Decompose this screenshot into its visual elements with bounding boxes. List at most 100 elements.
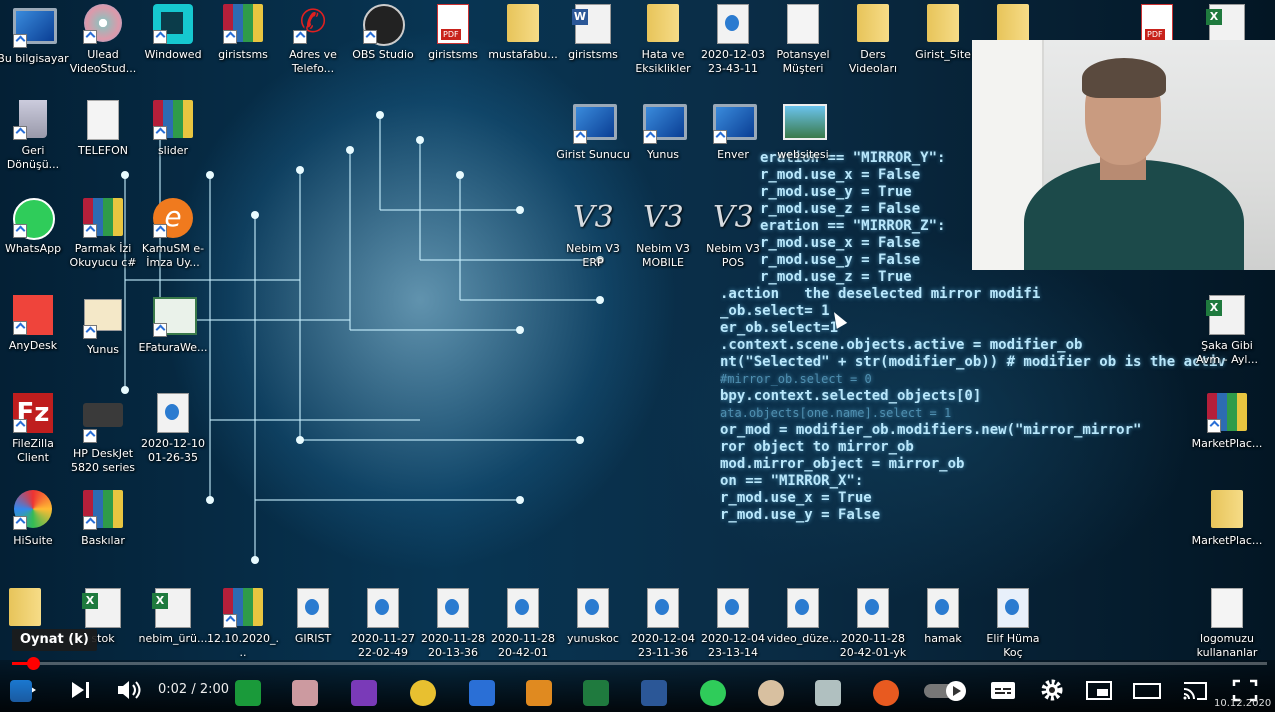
desktop-icon[interactable]: Geri Dönüşü... (0, 100, 70, 172)
desktop-icon[interactable]: PDF giristsms (416, 4, 490, 62)
desktop-icon[interactable]: 2020-12-04 23-11-36 (626, 588, 700, 660)
theater-mode-button[interactable] (1132, 676, 1162, 704)
desktop-icon[interactable]: OBS Studio (346, 4, 420, 62)
volume-button[interactable] (114, 676, 144, 704)
desktop-icon-label: AnyDesk (8, 339, 58, 352)
desktop-icon[interactable]: GIRIST (276, 588, 350, 646)
desktop-icon[interactable]: 2020-11-27 22-02-49 (346, 588, 420, 660)
excel-icon (1206, 4, 1247, 44)
circuit-node (376, 111, 384, 119)
desktop-icon[interactable]: AnyDesk (0, 295, 70, 353)
desktop-icon[interactable]: EFaturaWe... (136, 295, 210, 355)
cast-button[interactable] (1180, 676, 1210, 704)
volume-icon (118, 681, 141, 699)
desktop-icon[interactable]: 2020-12-04 23-13-14 (696, 588, 770, 660)
desktop-icon[interactable]: nebim_ürü... (136, 588, 210, 646)
desktop-icon[interactable]: Girist_Site (906, 4, 980, 62)
desktop-icon[interactable]: MarketPlac... (1190, 393, 1264, 451)
shortcut-arrow-icon (13, 419, 27, 433)
desktop-icon[interactable]: 2020-11-28 20-13-36 (416, 588, 490, 660)
desktop-icon[interactable]: Bu bilgisayar (0, 4, 70, 66)
desktop-icon[interactable]: yunuskoc (556, 588, 630, 646)
pdf-icon: PDF (1137, 4, 1177, 44)
desktop-icon[interactable]: 2020-11-28 20-42-01-yk (836, 588, 910, 660)
desktop-icon[interactable]: Hata ve Eksiklikler (626, 4, 700, 76)
desktop-icon[interactable]: Yunus (626, 100, 700, 162)
desktop-icon[interactable]: video_düze... (766, 588, 840, 646)
circuit-node (251, 211, 259, 219)
obs-icon (363, 4, 405, 46)
desktop-icon[interactable]: Potansyel Müşteri (766, 4, 840, 76)
desktop-icon[interactable]: HiSuite (0, 490, 70, 548)
circuit-node (251, 556, 259, 564)
circuit-node (206, 496, 214, 504)
phone-icon: ✆ (293, 4, 333, 44)
desktop-icon-label: Hata ve Eksiklikler (635, 48, 691, 75)
taskbar-settings-app-icon[interactable] (292, 680, 318, 706)
desktop-icon[interactable]: Baskılar (66, 490, 140, 548)
desktop-icon[interactable]: MarketPlac... (1190, 490, 1264, 548)
efatura-icon (153, 297, 197, 337)
desktop-icon[interactable]: TELEFON (66, 100, 140, 158)
folder-icon (923, 4, 963, 44)
next-button[interactable] (66, 676, 96, 704)
audio-icon (923, 588, 963, 628)
desktop-icon[interactable]: Girist Sunucu (556, 100, 630, 162)
desktop-icon[interactable]: giristsms (206, 4, 280, 62)
desktop-icon[interactable]: giristsms (556, 4, 630, 62)
autoplay-toggle[interactable] (920, 676, 972, 704)
settings-button[interactable] (1038, 676, 1068, 704)
wallpaper-code-line: r_mod.use_z = True (760, 269, 912, 285)
taskbar-excel-icon[interactable] (583, 680, 609, 706)
desktop-icon[interactable]: e KamuSM e-İmza Uy... (136, 198, 210, 270)
desktop-icon[interactable]: 2020-11-28 20-42-01 (486, 588, 560, 660)
shortcut-arrow-icon (223, 30, 237, 44)
taskbar-remote-desktop-icon[interactable] (469, 680, 495, 706)
desktop-icon[interactable]: V3 Nebim V3 POS (696, 198, 770, 270)
desktop-icon[interactable]: logomuzu kullananlar (1190, 588, 1264, 660)
kamusm-icon: e (153, 198, 193, 238)
shortcut-arrow-icon (223, 614, 237, 628)
desktop-icon[interactable]: V3 Nebim V3 MOBILE (626, 198, 700, 270)
taskbar-word-icon[interactable] (641, 680, 667, 706)
taskbar-paint-icon[interactable] (758, 680, 784, 706)
desktop-icon[interactable]: Enver (696, 100, 770, 162)
desktop-icon[interactable]: Ulead VideoStud... (66, 4, 140, 76)
desktop-icon-label: WhatsApp (4, 242, 62, 255)
desktop-icon[interactable]: Elif Hüma Koç (976, 588, 1050, 660)
desktop-icon[interactable]: ✆ Adres ve Telefo... (276, 4, 350, 76)
desktop-icon[interactable]: slider (136, 100, 210, 158)
desktop-icon[interactable]: WhatsApp (0, 198, 70, 256)
taskbar-outlook-icon[interactable] (526, 680, 552, 706)
taskbar-chrome-icon[interactable] (410, 680, 436, 706)
desktop-icon[interactable]: hamak (906, 588, 980, 646)
desktop-icon[interactable]: 2020-12-10 01-26-35 (136, 393, 210, 465)
subtitles-button[interactable] (988, 676, 1018, 704)
desktop-icon[interactable]: websitesi (766, 100, 840, 162)
taskbar-tablet-icon[interactable] (815, 680, 841, 706)
taskbar-store-icon[interactable] (235, 680, 261, 706)
desktop-icon-label: Şaka Gibi Avm - Ayl... (1196, 339, 1258, 366)
taskbar-visual-studio-icon[interactable] (351, 680, 377, 706)
desktop-icon[interactable]: Şaka Gibi Avm - Ayl... (1190, 295, 1264, 367)
taskbar-firefox-icon[interactable] (873, 680, 899, 706)
taskbar-start-icon[interactable] (10, 680, 32, 702)
cast-icon (1183, 682, 1207, 700)
desktop-icon[interactable]: HP DeskJet 5820 series (66, 393, 140, 475)
desktop-icon[interactable]: Yunus (66, 295, 140, 357)
desktop-icon[interactable]: Fz FileZilla Client (0, 393, 70, 465)
shortcut-arrow-icon (13, 224, 27, 238)
desktop-icon[interactable]: Ders Videoları (836, 4, 910, 76)
desktop-icon[interactable]: Windowed (136, 4, 210, 62)
taskbar-whatsapp-icon[interactable] (700, 680, 726, 706)
desktop-icon[interactable]: Parmak İzi Okuyucu c# (66, 198, 140, 270)
desktop-icon[interactable]: mustafabu... (486, 4, 560, 62)
desktop-icon[interactable]: 12.10.2020_... (206, 588, 280, 660)
desktop-icon[interactable]: 2020-12-03 23-43-11 (696, 4, 770, 76)
progress-bar[interactable] (12, 657, 1267, 670)
shortcut-arrow-icon (643, 130, 657, 144)
miniplayer-button[interactable] (1084, 676, 1114, 704)
rar-icon (83, 198, 123, 238)
image-icon (783, 104, 827, 144)
desktop-icon[interactable]: V3 Nebim V3 ERP (556, 198, 630, 270)
